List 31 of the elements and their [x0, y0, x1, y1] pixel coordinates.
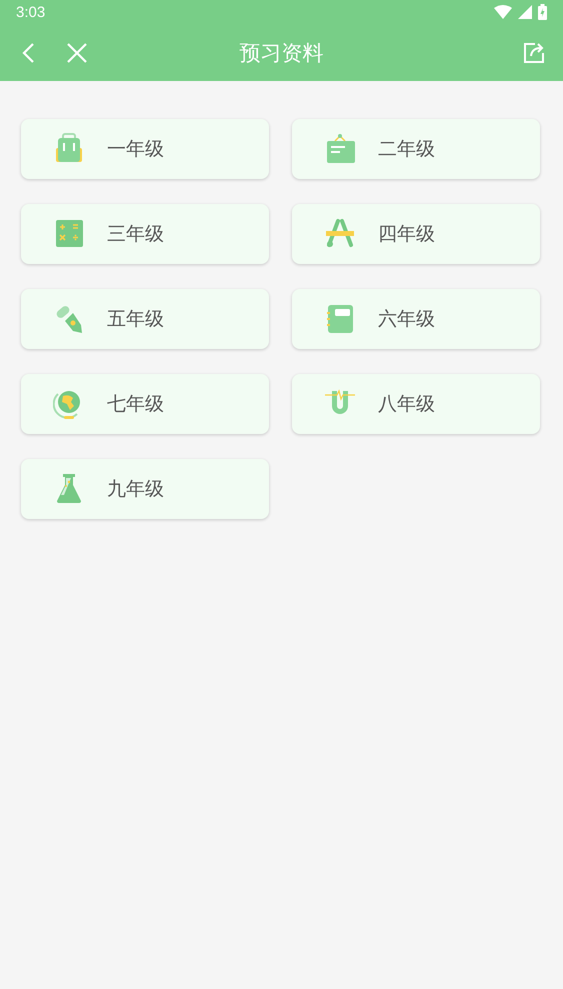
grade-label: 三年级 — [107, 222, 164, 247]
grade-label: 一年级 — [107, 137, 164, 162]
grade-label: 六年级 — [378, 307, 435, 332]
grade-card[interactable]: 四年级 — [292, 204, 540, 264]
grade-label: 八年级 — [378, 392, 435, 417]
grade-label: 九年级 — [107, 477, 164, 502]
signal-icon — [518, 5, 532, 19]
clock: 3:03 — [16, 4, 46, 20]
grade-label: 四年级 — [378, 222, 435, 247]
wifi-icon — [494, 5, 512, 19]
grade-card[interactable]: 九年级 — [21, 459, 269, 519]
grade-card[interactable]: 一年级 — [21, 119, 269, 179]
back-icon[interactable] — [22, 42, 36, 64]
close-icon[interactable] — [67, 42, 87, 62]
grade-label: 二年级 — [378, 137, 435, 162]
notebook-icon — [324, 303, 356, 335]
calculator-icon — [53, 218, 85, 250]
grade-card[interactable]: 八年级 — [292, 374, 540, 434]
share-icon[interactable] — [523, 42, 545, 64]
battery-icon — [538, 4, 547, 20]
grade-card[interactable]: 七年级 — [21, 374, 269, 434]
grade-label: 七年级 — [107, 392, 164, 417]
backpack-icon — [53, 133, 85, 165]
grade-label: 五年级 — [107, 307, 164, 332]
board-icon — [324, 133, 356, 165]
grade-card[interactable]: 六年级 — [292, 289, 540, 349]
grade-card[interactable]: 五年级 — [21, 289, 269, 349]
grade-card[interactable]: 二年级 — [292, 119, 540, 179]
page-title: 预习资料 — [240, 40, 324, 66]
compass-icon — [324, 218, 356, 250]
grade-card[interactable]: 三年级 — [21, 204, 269, 264]
